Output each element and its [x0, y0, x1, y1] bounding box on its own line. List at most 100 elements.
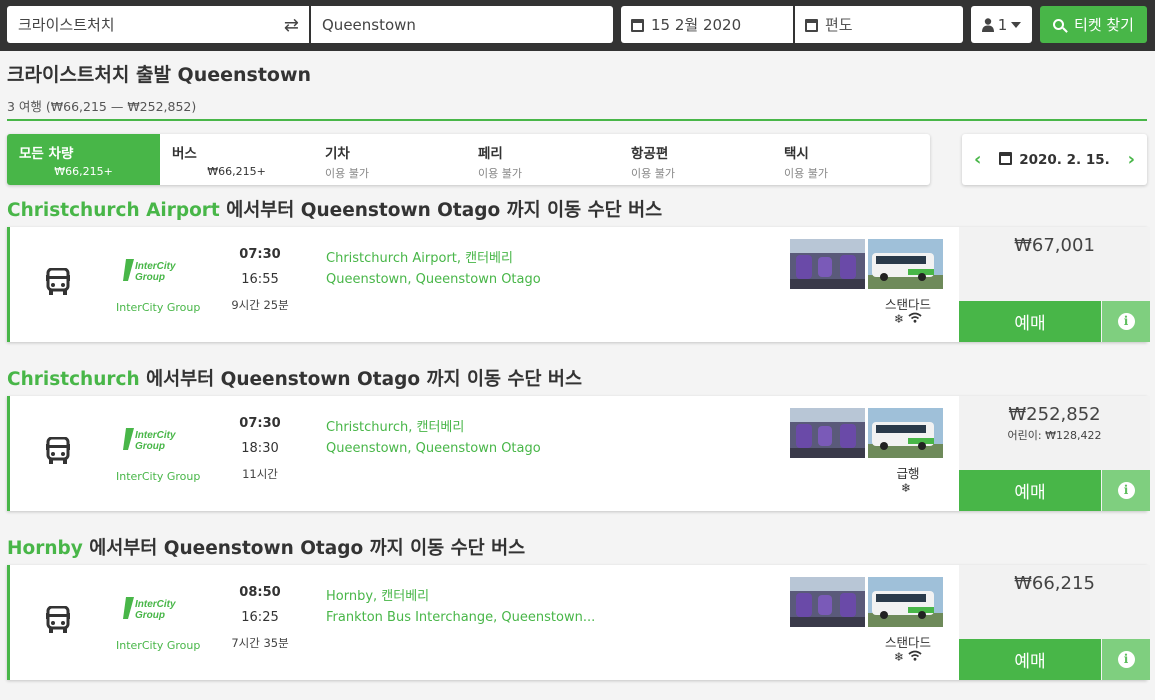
- bus-icon: [46, 268, 70, 295]
- service-class: 급행: [896, 466, 920, 481]
- departure-time: 07:30: [239, 416, 281, 431]
- bus-interior-photo[interactable]: [790, 577, 865, 627]
- intercity-logo: InterCityGroup: [123, 428, 176, 452]
- date-display: 2020. 2. 15.: [999, 151, 1110, 168]
- svg-text:Group: Group: [135, 610, 165, 621]
- svg-text:InterCity: InterCity: [135, 261, 176, 272]
- arrival-time: 18:30: [241, 441, 279, 456]
- to-field[interactable]: Queenstown: [311, 6, 613, 43]
- tab-label: 항공편: [631, 146, 669, 162]
- route-title: Hornby 에서부터 Queenstown Otago 까지 이동 수단 버스: [7, 534, 525, 560]
- search-button[interactable]: 티켓 찾기: [1040, 6, 1147, 43]
- chevron-left-icon[interactable]: ‹: [974, 149, 981, 170]
- price-panel: ₩252,852 어린이: ₩128,422 예매 i: [959, 396, 1150, 511]
- route-title-rest: 에서부터 Queenstown Otago 까지 이동 수단 버스: [226, 200, 663, 221]
- transport-tabs: 모든 차량 ₩66,215+ 버스 ₩66,215+ 기차 이용 불가 페리 이…: [7, 134, 930, 185]
- trip-times: 07:30 16:55 9시간 25분: [225, 247, 295, 313]
- passenger-count: 1: [997, 15, 1008, 34]
- tab-sub: ₩66,215+: [54, 165, 113, 178]
- intercity-logo: InterCityGroup: [123, 259, 176, 283]
- price-panel: ₩66,215 예매 i: [959, 565, 1150, 680]
- trip-stops: Christchurch Airport, 캔터베리 Queenstown, Q…: [326, 247, 541, 297]
- trip-stops: Hornby, 캔터베리 Frankton Bus Interchange, Q…: [326, 585, 595, 635]
- snowflake-icon: ❄: [893, 312, 909, 326]
- intercity-logo: InterCityGroup: [123, 597, 176, 621]
- swap-icon[interactable]: ⇄: [284, 15, 299, 36]
- route-title-rest: 에서부터 Queenstown Otago 까지 이동 수단 버스: [146, 369, 582, 390]
- info-button[interactable]: i: [1102, 639, 1150, 680]
- price: ₩252,852: [1008, 404, 1101, 425]
- amenities: ❄: [868, 312, 948, 326]
- book-button[interactable]: 예매: [959, 639, 1101, 680]
- svg-text:InterCity: InterCity: [135, 430, 176, 441]
- user-icon: [981, 17, 994, 32]
- date-nav-value: 2020. 2. 15.: [1019, 152, 1110, 168]
- trip-card: InterCity Group InterCity Group 07:30 18:…: [7, 396, 1150, 511]
- return-placeholder: 편도: [825, 16, 853, 34]
- date-field[interactable]: 15 2월 2020: [621, 6, 793, 43]
- bus-icon: [46, 437, 70, 464]
- child-price: 어린이: ₩128,422: [1007, 429, 1102, 442]
- tab-sub: 이용 불가: [784, 167, 828, 180]
- operator-name: InterCity Group: [116, 301, 201, 314]
- bus-interior-photo[interactable]: [790, 408, 865, 458]
- from-field[interactable]: 크라이스트처치 ⇄: [7, 6, 309, 43]
- book-button[interactable]: 예매: [959, 470, 1101, 511]
- info-button[interactable]: i: [1102, 301, 1150, 342]
- from-value: 크라이스트처치: [18, 16, 115, 34]
- trip-times: 07:30 18:30 11시간: [225, 416, 295, 482]
- search-bar: 크라이스트처치 ⇄ Queenstown 15 2월 2020 편도 1 티켓 …: [0, 0, 1155, 51]
- to-value: Queenstown: [322, 15, 416, 34]
- date-navigator: ‹ 2020. 2. 15. ›: [962, 134, 1147, 185]
- bus-photos: [790, 239, 945, 290]
- arrival-stop[interactable]: Frankton Bus Interchange, Queenstown...: [326, 610, 595, 635]
- arrival-time: 16:25: [241, 610, 279, 625]
- amenities: ❄: [868, 650, 948, 664]
- tab-label: 기차: [325, 146, 350, 162]
- tab-taxi[interactable]: 택시 이용 불가: [772, 134, 925, 185]
- tab-flight[interactable]: 항공편 이용 불가: [619, 134, 772, 185]
- bus-interior-photo[interactable]: [790, 239, 865, 289]
- svg-text:Group: Group: [135, 441, 165, 452]
- arrival-stop[interactable]: Queenstown, Queenstown Otago: [326, 272, 541, 297]
- price: ₩67,001: [1014, 235, 1095, 256]
- duration: 7시간 35분: [231, 636, 289, 650]
- wifi-icon: [908, 650, 922, 661]
- tab-all[interactable]: 모든 차량 ₩66,215+: [7, 134, 160, 185]
- bus-exterior-photo[interactable]: [868, 239, 943, 289]
- arrival-time: 16:55: [241, 272, 279, 287]
- book-button[interactable]: 예매: [959, 301, 1101, 342]
- departure-stop[interactable]: Christchurch, 캔터베리: [326, 416, 541, 441]
- departure-stop[interactable]: Christchurch Airport, 캔터베리: [326, 247, 541, 272]
- info-icon: i: [1117, 651, 1135, 668]
- snowflake-icon: ❄: [900, 481, 916, 495]
- passengers-dropdown[interactable]: 1: [971, 6, 1032, 43]
- divider: [7, 119, 1147, 121]
- results-header: 크라이스트처치 출발 Queenstown 3 여행 (₩66,215 — ₩2…: [7, 60, 1147, 115]
- tab-label: 버스: [172, 146, 197, 162]
- chevron-right-icon[interactable]: ›: [1128, 149, 1135, 170]
- bus-icon: [46, 606, 70, 633]
- info-icon: i: [1117, 482, 1135, 499]
- svg-text:Group: Group: [135, 272, 165, 283]
- tab-label: 모든 차량: [19, 146, 74, 162]
- trip-summary: 3 여행 (₩66,215 — ₩252,852): [7, 99, 197, 114]
- return-date-field[interactable]: 편도: [795, 6, 963, 43]
- svg-text:InterCity: InterCity: [135, 599, 176, 610]
- arrival-stop[interactable]: Queenstown, Queenstown Otago: [326, 441, 541, 466]
- route-title: Christchurch 에서부터 Queenstown Otago 까지 이동…: [7, 365, 582, 391]
- tab-train[interactable]: 기차 이용 불가: [313, 134, 466, 185]
- departure-stop[interactable]: Hornby, 캔터베리: [326, 585, 595, 610]
- operator-name: InterCity Group: [116, 639, 201, 652]
- bus-exterior-photo[interactable]: [868, 577, 943, 627]
- calendar-icon: [631, 19, 644, 32]
- calendar-icon: [805, 19, 818, 32]
- bus-exterior-photo[interactable]: [868, 408, 943, 458]
- info-button[interactable]: i: [1102, 470, 1150, 511]
- calendar-icon: [999, 152, 1013, 165]
- tab-sub: 이용 불가: [325, 167, 369, 180]
- wifi-icon: [908, 312, 922, 323]
- tab-bus[interactable]: 버스 ₩66,215+: [160, 134, 313, 185]
- caret-down-icon: [1011, 21, 1022, 28]
- tab-ferry[interactable]: 페리 이용 불가: [466, 134, 619, 185]
